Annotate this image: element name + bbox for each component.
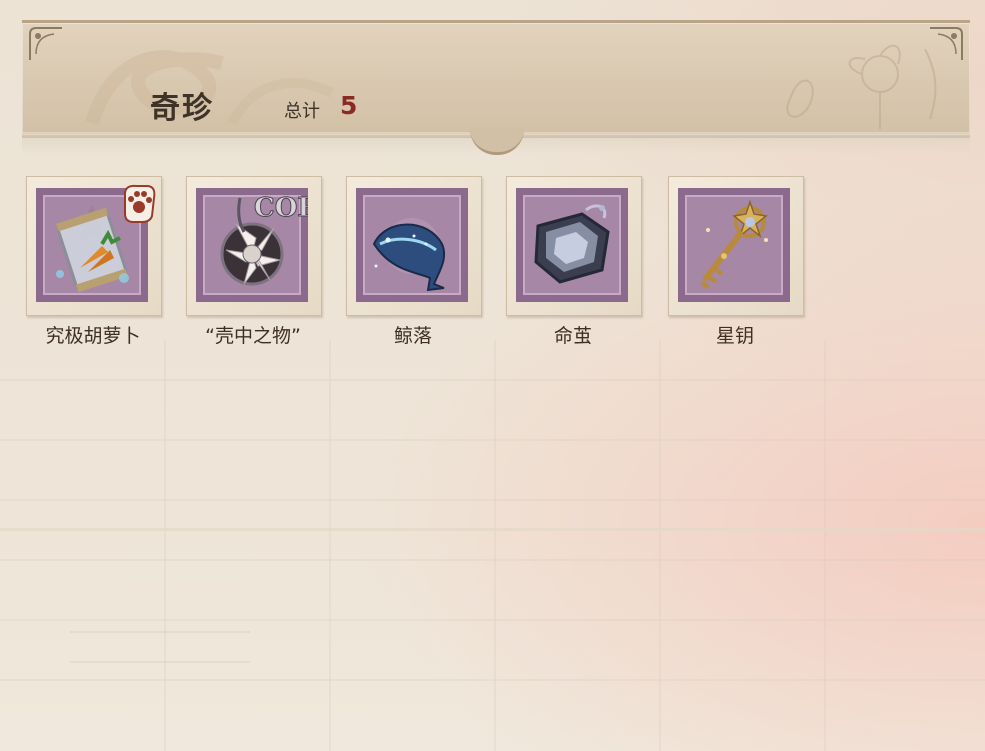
page-title: 奇珍 xyxy=(150,91,214,126)
whale-icon xyxy=(356,188,468,302)
star-key-icon xyxy=(678,188,790,302)
item-label: 星钥 xyxy=(715,325,754,347)
corner-ornament-left-icon xyxy=(29,27,62,60)
total-count: 5 xyxy=(340,91,358,120)
item-label: 命茧 xyxy=(553,325,592,347)
item-label: “壳中之物” xyxy=(205,325,301,347)
item-label: 究极胡萝卜 xyxy=(45,325,141,347)
item-label: 鲸落 xyxy=(393,325,432,347)
total-label: 总计 xyxy=(284,101,320,122)
cocoon-icon xyxy=(516,188,628,302)
shell-flower-icon: COR xyxy=(196,188,308,302)
svg-text:COR: COR xyxy=(254,193,308,223)
flower-sketch-icon xyxy=(786,44,937,129)
paw-badge-icon xyxy=(123,184,156,223)
collection-header: 奇珍 总计 5 xyxy=(22,20,970,138)
corner-ornament-right-icon xyxy=(930,27,963,60)
